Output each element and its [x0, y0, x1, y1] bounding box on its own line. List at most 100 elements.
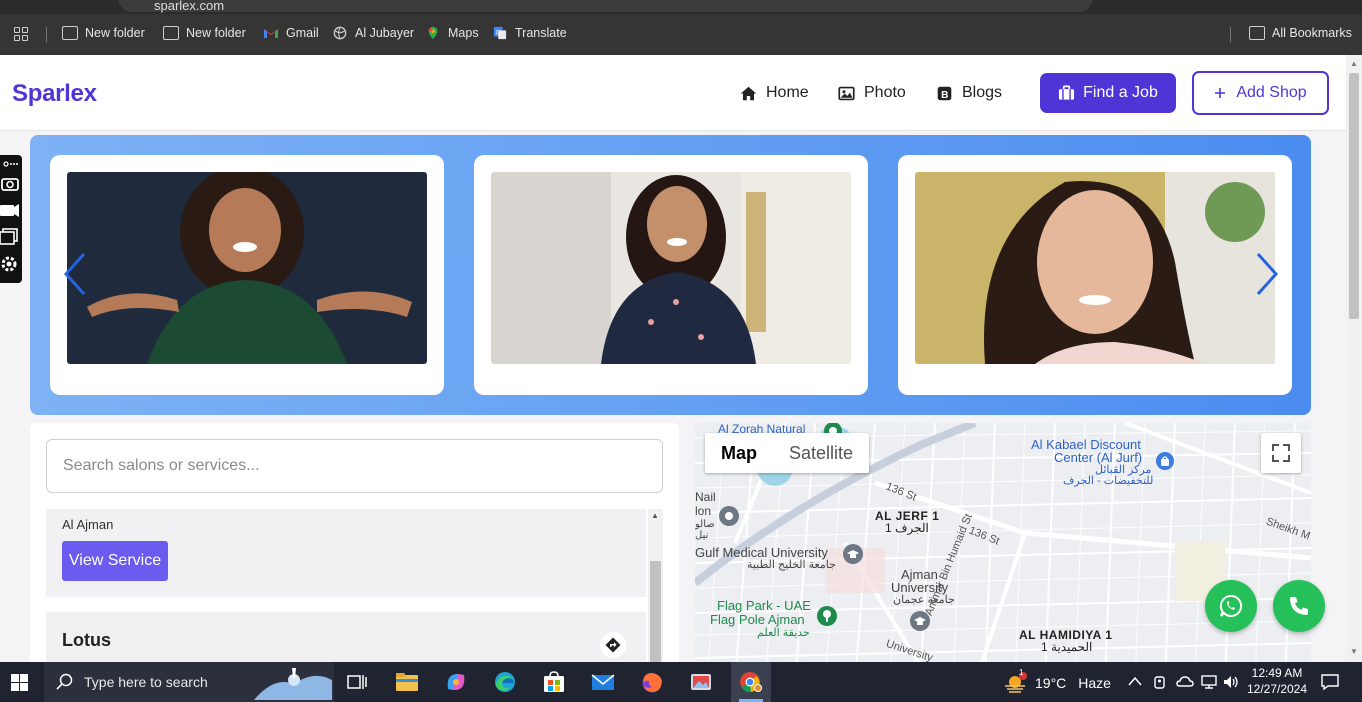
notification-icon[interactable]	[1320, 673, 1340, 691]
salon-search-input[interactable]	[46, 439, 663, 493]
map-label: نيل	[695, 530, 709, 541]
svg-text:G: G	[496, 29, 501, 36]
edge-icon[interactable]	[493, 671, 517, 693]
list-scrollbar[interactable]: ▲	[648, 509, 663, 662]
map-district-label: الحميدية 1	[1041, 640, 1093, 654]
nav-photo-label: Photo	[864, 84, 906, 101]
map-label: للتخفيضات - الجرف	[1063, 475, 1154, 487]
page-scrollbar[interactable]: ▲ ▼	[1346, 55, 1362, 662]
map-label: Flag Pole Ajman	[710, 612, 805, 627]
carousel-card-2[interactable]	[474, 155, 868, 395]
add-shop-label: Add Shop	[1236, 84, 1307, 101]
view-service-button[interactable]: View Service	[62, 541, 168, 581]
chevron-right-icon[interactable]	[1254, 250, 1280, 298]
bookmark-new-folder-1[interactable]: New folder	[62, 26, 145, 40]
map-type-map[interactable]: Map	[705, 433, 773, 473]
chevron-up-icon[interactable]	[1128, 676, 1142, 686]
all-bookmarks[interactable]: All Bookmarks	[1249, 26, 1352, 40]
onedrive-icon[interactable]	[1176, 674, 1194, 690]
translate-icon: G	[493, 26, 507, 40]
map-fullscreen-button[interactable]	[1261, 433, 1301, 473]
map-type-satellite[interactable]: Satellite	[773, 433, 869, 473]
apps-grid-icon[interactable]	[14, 27, 28, 41]
nav-blogs-label: Blogs	[962, 84, 1003, 101]
salon-pin-icon[interactable]	[718, 505, 740, 527]
carousel-card-3[interactable]	[898, 155, 1292, 395]
photos-icon[interactable]	[689, 671, 713, 693]
phone-icon	[1290, 597, 1308, 615]
taskbar-clock[interactable]: 12:49 AM 12/27/2024	[1244, 665, 1310, 697]
bookmark-label: Maps	[448, 26, 479, 40]
map-label: Center (Al Jurf)	[1054, 450, 1143, 465]
salon-address: Al Ajman	[62, 517, 114, 532]
network-icon[interactable]	[1200, 674, 1218, 690]
whatsapp-icon	[1219, 594, 1243, 617]
whatsapp-button[interactable]	[1205, 580, 1257, 632]
nav-blogs[interactable]: B Blogs	[936, 84, 1002, 102]
salon-search-panel: Al Ajman View Service Lotus ▲	[30, 423, 679, 662]
windows-taskbar: Type here to search 1 19°C Haze 12:49 AM…	[0, 662, 1362, 702]
address-bar[interactable]: sparlex.com	[118, 0, 1093, 13]
directions-button[interactable]	[600, 632, 626, 658]
add-shop-button[interactable]: Add Shop	[1192, 71, 1329, 115]
meet-now-icon[interactable]	[1152, 674, 1168, 690]
volume-icon[interactable]	[1222, 674, 1240, 690]
firefox-icon[interactable]	[640, 671, 664, 693]
search-icon	[56, 673, 73, 690]
list-item: Al Ajman View Service	[46, 509, 646, 597]
call-button[interactable]	[1273, 580, 1325, 632]
map-label: Gulf Medical University	[695, 545, 828, 560]
nav-home-label: Home	[766, 84, 809, 101]
list-item: Lotus	[46, 612, 646, 662]
screen-recorder-toolbar	[0, 155, 22, 283]
folder-icon	[163, 26, 179, 40]
nav-home[interactable]: Home	[740, 84, 809, 102]
fullscreen-icon	[1272, 444, 1290, 462]
chevron-left-icon[interactable]	[62, 250, 88, 298]
windows-start-icon[interactable]	[11, 674, 28, 691]
weather-widget[interactable]: 1 19°C Haze	[1003, 668, 1111, 694]
bookmark-new-folder-2[interactable]: New folder	[163, 26, 246, 40]
maps-pin-icon	[428, 26, 438, 40]
store-icon[interactable]	[542, 671, 566, 693]
salon-name: Lotus	[62, 630, 111, 650]
bookmark-label: New folder	[85, 26, 145, 40]
bookmarks-divider	[1230, 27, 1231, 42]
park-pin-icon	[817, 606, 837, 626]
haze-weather-icon	[1005, 672, 1027, 693]
taskbar-search-placeholder: Type here to search	[84, 674, 208, 690]
carousel-card-1[interactable]	[50, 155, 444, 395]
bookmarks-bar: New folder New folder Gmail Al Jubayer M…	[0, 14, 1362, 55]
web-page: Sparlex Home Photo B Blogs Find a Job Ad…	[0, 55, 1346, 662]
bookmark-translate[interactable]: G Translate	[492, 26, 567, 40]
hero-carousel	[30, 135, 1311, 415]
plus-icon	[1215, 88, 1226, 98]
recorder-icons	[0, 161, 19, 272]
bookmark-label: Gmail	[286, 26, 319, 40]
chrome-icon	[740, 672, 762, 693]
map-label: جامعة الخليج الطبية	[747, 559, 836, 571]
bookmark-al-jubayer[interactable]: Al Jubayer	[332, 26, 414, 40]
university-pin-icon	[843, 544, 863, 564]
find-job-button[interactable]: Find a Job	[1040, 73, 1176, 113]
site-logo[interactable]: Sparlex	[12, 80, 97, 108]
bookmark-label: New folder	[186, 26, 246, 40]
chrome-taskbar-active[interactable]	[731, 662, 771, 702]
bookmark-label: Translate	[515, 26, 567, 40]
map-type-control: Map Satellite	[705, 433, 870, 473]
taskbar-search-box[interactable]: Type here to search	[44, 662, 334, 702]
copilot-icon[interactable]	[444, 671, 468, 693]
browser-titlebar: sparlex.com	[0, 0, 1362, 14]
weather-description: Haze	[1078, 675, 1111, 691]
file-explorer-icon[interactable]	[395, 671, 419, 693]
task-view-icon[interactable]	[345, 671, 369, 693]
nav-photo[interactable]: Photo	[838, 84, 906, 102]
folder-icon	[1249, 26, 1265, 40]
mail-icon[interactable]	[591, 671, 615, 693]
clock-date: 12/27/2024	[1246, 682, 1308, 696]
weather-badge: 1	[1019, 668, 1024, 677]
directions-icon	[605, 637, 621, 653]
salon-list: Al Ajman View Service Lotus ▲	[46, 509, 663, 662]
bookmark-gmail[interactable]: Gmail	[263, 26, 319, 40]
bookmark-maps[interactable]: Maps	[425, 26, 479, 40]
